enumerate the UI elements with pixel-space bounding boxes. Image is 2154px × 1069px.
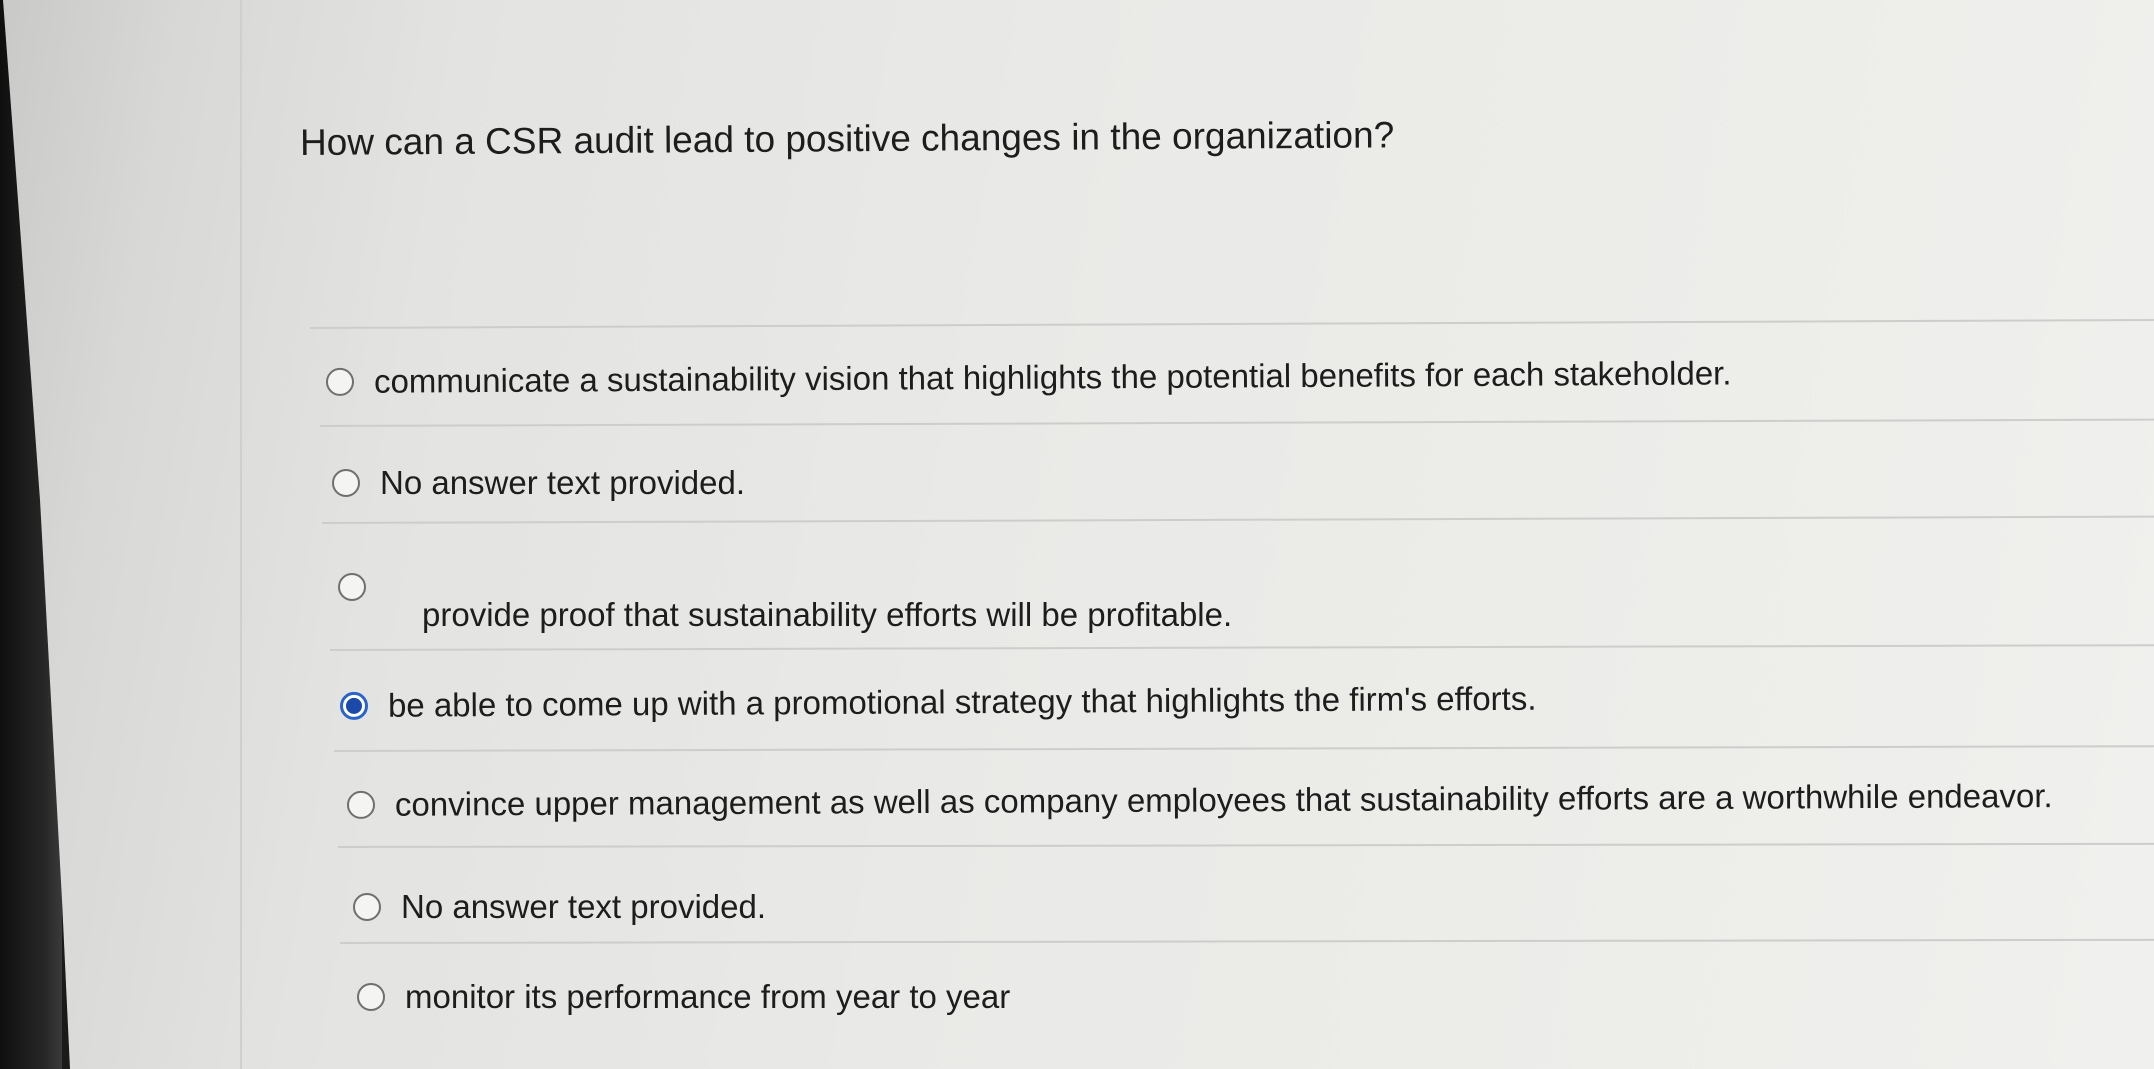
answer-option-7[interactable]: monitor its performance from year to yea… [357, 978, 1010, 1016]
divider [319, 418, 2154, 427]
divider [339, 938, 2154, 944]
answer-label: monitor its performance from year to yea… [405, 978, 1011, 1015]
radio-button[interactable] [346, 790, 376, 819]
answer-label: No answer text provided. [380, 464, 746, 501]
answer-label: communicate a sustainability vision that… [373, 354, 1732, 400]
divider [329, 644, 2154, 651]
answer-option-3[interactable]: provide proof that sustainability effort… [338, 568, 1232, 634]
radio-button[interactable] [338, 573, 366, 601]
radio-button-selected[interactable] [339, 691, 369, 720]
answer-option-2[interactable]: No answer text provided. [332, 464, 745, 502]
radio-button[interactable] [325, 367, 355, 396]
divider [337, 842, 2154, 848]
answer-label: convince upper management as well as com… [394, 777, 2053, 823]
divider [333, 745, 2154, 752]
answer-label: provide proof that sustainability effort… [422, 596, 1233, 633]
panel-edge [240, 0, 242, 1069]
question-text: How can a CSR audit lead to positive cha… [299, 114, 1395, 163]
divider [321, 515, 2154, 524]
radio-button[interactable] [332, 469, 360, 497]
quiz-screen: How can a CSR audit lead to positive cha… [3, 0, 2154, 1069]
answer-option-5[interactable]: convince upper management as well as com… [346, 777, 2053, 824]
answer-option-6[interactable]: No answer text provided. [353, 888, 766, 926]
answer-option-1[interactable]: communicate a sustainability vision that… [325, 354, 1732, 401]
answer-label: No answer text provided. [401, 888, 767, 925]
radio-button[interactable] [357, 983, 385, 1011]
answer-option-4[interactable]: be able to come up with a promotional st… [339, 679, 1537, 725]
radio-button[interactable] [353, 893, 381, 921]
divider [309, 318, 2154, 329]
answer-label: be able to come up with a promotional st… [387, 679, 1537, 724]
radio-dot [345, 697, 363, 714]
